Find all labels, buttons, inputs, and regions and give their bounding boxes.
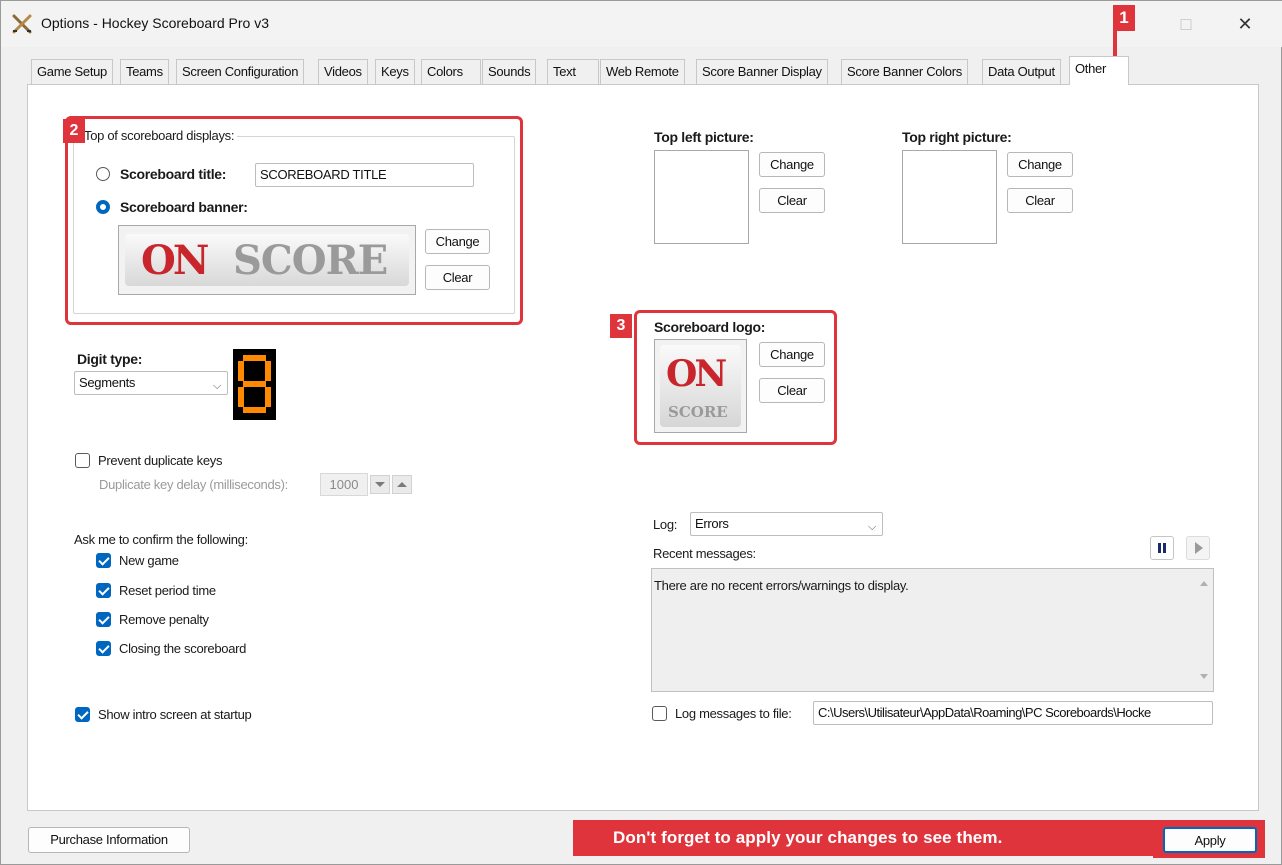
close-button[interactable]: ✕ [1223, 9, 1267, 39]
callout-box-three [634, 310, 837, 445]
digit-preview [233, 349, 276, 420]
pause-button[interactable] [1150, 536, 1174, 560]
callout-badge-two: 2 [63, 119, 85, 143]
top-right-clear-button[interactable]: Clear [1007, 188, 1073, 213]
digit-type-label: Digit type: [77, 351, 143, 367]
triangle-up-icon [397, 482, 407, 487]
triangle-down-icon [375, 482, 385, 487]
prevent-duplicate-keys-label: Prevent duplicate keys [98, 453, 223, 468]
log-level-select[interactable]: Errors ⌵ [690, 512, 883, 536]
tab-screen-configuration[interactable]: Screen Configuration [176, 59, 305, 84]
callout-badge-three: 3 [610, 314, 632, 338]
play-button[interactable] [1186, 536, 1210, 560]
top-left-change-button[interactable]: Change [759, 152, 825, 177]
confirm-remove-penalty-label: Remove penalty [119, 612, 209, 627]
recent-messages-label: Recent messages: [653, 546, 756, 561]
confirm-new-game-checkbox[interactable] [96, 553, 111, 568]
confirm-remove-penalty-checkbox[interactable] [96, 612, 111, 627]
top-left-picture-label: Top left picture: [654, 129, 754, 145]
digit-eight-icon [238, 355, 271, 413]
window-title: Options - Hockey Scoreboard Pro v3 [41, 15, 269, 31]
tab-text[interactable]: Text [547, 59, 599, 84]
chevron-down-icon: ⌵ [212, 380, 221, 392]
tab-videos[interactable]: Videos [318, 59, 368, 84]
purchase-information-button[interactable]: Purchase Information [28, 827, 190, 853]
digit-type-select[interactable]: Segments ⌵ [74, 371, 228, 395]
apply-reminder-banner: Don't forget to apply your changes to se… [573, 820, 1153, 856]
recent-message-text: There are no recent errors/warnings to d… [654, 578, 909, 593]
tab-web-remote[interactable]: Web Remote [600, 59, 685, 84]
intro-screen-label: Show intro screen at startup [98, 707, 252, 722]
confirm-reset-period-label: Reset period time [119, 583, 216, 598]
log-to-file-checkbox[interactable] [652, 706, 667, 721]
tab-teams[interactable]: Teams [120, 59, 169, 84]
tab-sounds[interactable]: Sounds [482, 59, 537, 84]
log-file-path-input[interactable]: C:\Users\Utilisateur\AppData\Roaming\PC … [813, 701, 1213, 725]
duplicate-key-delay-input[interactable]: 1000 [320, 473, 368, 496]
tab-score-banner-colors[interactable]: Score Banner Colors [841, 59, 968, 84]
top-right-change-button[interactable]: Change [1007, 152, 1073, 177]
confirm-reset-period-checkbox[interactable] [96, 583, 111, 598]
pause-icon [1158, 543, 1166, 553]
confirm-closing-label: Closing the scoreboard [119, 641, 247, 656]
top-left-picture-box [654, 150, 749, 244]
recent-messages-box: There are no recent errors/warnings to d… [651, 568, 1214, 692]
digit-type-value: Segments [79, 375, 136, 390]
tab-game-setup[interactable]: Game Setup [31, 59, 113, 84]
prevent-duplicate-keys-checkbox[interactable] [75, 453, 90, 468]
messages-scrollbar[interactable] [1195, 569, 1213, 691]
maximize-button[interactable]: □ [1164, 9, 1208, 39]
title-bar: Options - Hockey Scoreboard Pro v3 — □ ✕ [1, 1, 1282, 47]
log-level-value: Errors [695, 516, 729, 531]
callout-badge-one: 1 [1113, 5, 1135, 31]
confirm-label: Ask me to confirm the following: [74, 532, 248, 547]
duplicate-key-delay-label: Duplicate key delay (milliseconds): [99, 477, 288, 492]
top-right-picture-label: Top right picture: [902, 129, 1012, 145]
tab-score-banner-display[interactable]: Score Banner Display [696, 59, 828, 84]
delay-decrease-button[interactable] [370, 475, 390, 494]
confirm-new-game-label: New game [119, 553, 179, 568]
app-icon [11, 13, 33, 38]
top-right-picture-box [902, 150, 997, 244]
top-left-clear-button[interactable]: Clear [759, 188, 825, 213]
options-window: Options - Hockey Scoreboard Pro v3 — □ ✕… [0, 0, 1282, 865]
log-to-file-label: Log messages to file: [675, 706, 792, 721]
tab-data-output[interactable]: Data Output [982, 59, 1061, 84]
scrollbar-arrows-icon [1200, 581, 1208, 679]
tab-colors[interactable]: Colors [421, 59, 481, 84]
play-icon [1195, 542, 1203, 554]
chevron-down-icon: ⌵ [867, 521, 876, 533]
delay-increase-button[interactable] [392, 475, 412, 494]
confirm-closing-checkbox[interactable] [96, 641, 111, 656]
log-label: Log: [653, 517, 678, 532]
intro-screen-checkbox[interactable] [75, 707, 90, 722]
tab-other[interactable]: Other [1069, 56, 1129, 85]
apply-button[interactable]: Apply [1163, 827, 1257, 853]
tab-keys[interactable]: Keys [375, 59, 415, 84]
callout-box-two [65, 116, 523, 325]
